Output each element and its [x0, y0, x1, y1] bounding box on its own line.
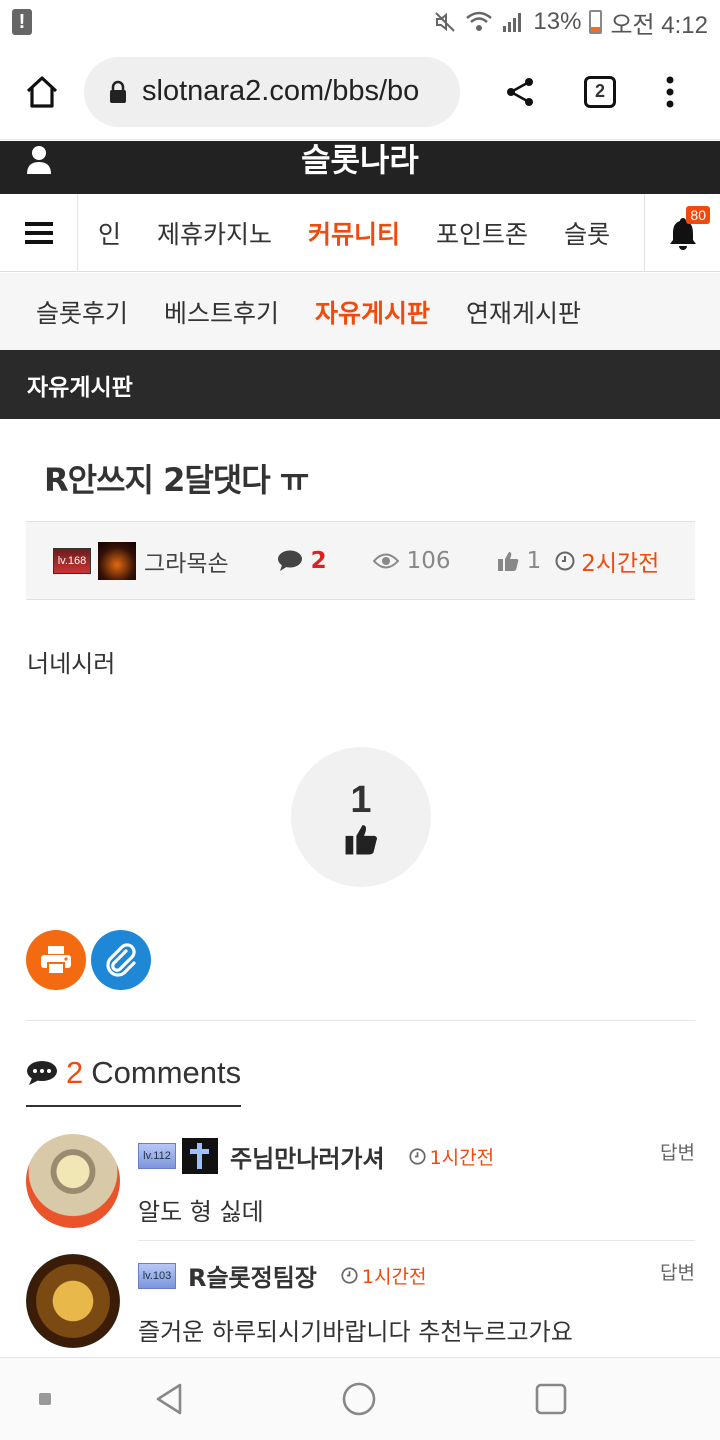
comment-item: lv.103 R슬롯정팀장 1시간전 답변 즐거운 하루되시기바랍니다 추천누르…: [26, 1254, 695, 1354]
system-nav-bar: [0, 1357, 720, 1440]
home-icon: [26, 75, 58, 108]
reply-button[interactable]: 답변: [660, 1258, 695, 1285]
comment-time: 1시간전: [408, 1143, 495, 1170]
comment-header: lv.103 R슬롯정팀장 1시간전: [138, 1258, 426, 1293]
cross-badge-icon: [182, 1138, 218, 1174]
post-time-value: 2시간전: [581, 550, 660, 577]
post-author[interactable]: 그라목손: [144, 544, 229, 578]
print-button[interactable]: [26, 930, 86, 990]
url-text: slotnara2.com/bbs/bo: [142, 75, 420, 107]
view-count: 106: [372, 547, 451, 574]
comment-header: lv.112 주님만나러가셔 1시간전: [138, 1138, 494, 1174]
signal-icon: [503, 13, 522, 32]
main-nav-items: 인 제휴카지노 커뮤니티 포인트존 슬롯: [78, 194, 644, 271]
notification-button[interactable]: 80: [644, 193, 720, 272]
commenter-level-badge: lv.112: [138, 1143, 176, 1169]
nav-item[interactable]: 커뮤니티: [308, 215, 400, 251]
address-bar[interactable]: slotnara2.com/bbs/bo: [84, 56, 460, 127]
nav-item[interactable]: 제휴카지노: [157, 215, 272, 251]
sub-nav-item[interactable]: 자유게시판: [315, 294, 430, 330]
eye-icon: [372, 553, 399, 568]
post-title: R안쓰지 2달댓다 ㅠ: [44, 461, 309, 499]
comment-icon: [277, 550, 302, 571]
board-title-bar: 자유게시판: [0, 350, 720, 419]
comments-label: Comments: [91, 1055, 242, 1090]
alert-notification-icon: !: [12, 9, 32, 35]
like-count-value: 1: [526, 547, 542, 574]
tabs-button[interactable]: 2: [560, 75, 640, 108]
comment-count-value: 2: [310, 547, 327, 574]
sub-nav-item[interactable]: 베스트후기: [164, 294, 279, 330]
home-button[interactable]: [0, 74, 84, 110]
attach-link-button[interactable]: [91, 930, 151, 990]
like-button[interactable]: 1: [291, 747, 431, 887]
browser-toolbar: slotnara2.com/bbs/bo 2: [0, 44, 720, 140]
share-button[interactable]: [480, 76, 560, 108]
comments-count: 2: [66, 1055, 84, 1090]
battery-icon: [589, 10, 603, 34]
board-title: 자유게시판: [27, 374, 133, 401]
sub-nav-item[interactable]: 연재게시판: [466, 294, 581, 330]
more-menu-button[interactable]: [640, 76, 700, 108]
comment-item: lv.112 주님만나러가셔 1시간전 답변 알도 형 싫데: [26, 1134, 695, 1242]
view-count-value: 106: [406, 547, 451, 574]
overview-square-icon[interactable]: [534, 1382, 568, 1416]
clock: 오전 4:12: [610, 11, 708, 39]
main-nav: 인 제휴카지노 커뮤니티 포인트존 슬롯 80: [0, 193, 720, 272]
clock-icon: [341, 1267, 358, 1284]
mute-icon: [435, 12, 456, 32]
comment-divider: [138, 1240, 695, 1241]
reply-button[interactable]: 답변: [660, 1138, 695, 1165]
menu-button[interactable]: [0, 193, 78, 272]
post-time: 2시간전: [555, 544, 659, 578]
commenter-avatar[interactable]: [26, 1134, 120, 1228]
clock-icon: [408, 1147, 426, 1165]
status-bar: ! 13% 오전 4:12: [0, 0, 720, 44]
commenter-name[interactable]: 주님만나러가셔: [230, 1139, 385, 1174]
thumbs-up-icon: [345, 825, 377, 855]
author-level-badge: lv.168: [53, 547, 91, 574]
comment-time-value: 1시간전: [361, 1266, 427, 1288]
commenter-level-badge: lv.103: [138, 1262, 176, 1289]
home-circle-icon[interactable]: [342, 1382, 376, 1416]
divider: [26, 1020, 695, 1021]
like-button-count: 1: [350, 779, 372, 821]
back-icon[interactable]: [152, 1382, 186, 1416]
post-body: 너네시러: [27, 650, 116, 678]
author-avatar[interactable]: [98, 541, 136, 580]
commenter-name[interactable]: R슬롯정팀장: [188, 1258, 317, 1293]
sub-nav: 슬롯후기 베스트후기 자유게시판 연재게시판: [0, 273, 720, 350]
notification-count-badge: 80: [686, 205, 710, 224]
print-icon: [41, 946, 71, 975]
nav-item[interactable]: 슬롯: [564, 215, 610, 251]
post-meta: lv.168 그라목손 2 106 1 2시간전: [26, 521, 695, 600]
paperclip-icon: [106, 943, 136, 977]
nav-item[interactable]: 인: [98, 215, 121, 251]
sub-nav-item[interactable]: 슬롯후기: [36, 294, 128, 330]
more-vertical-icon: [666, 76, 674, 107]
comments-icon: [27, 1061, 57, 1085]
share-icon: [507, 77, 533, 106]
recents-dot-icon[interactable]: [38, 1392, 52, 1406]
battery-percent: 13%: [533, 8, 582, 35]
comment-text: 즐거운 하루되시기바랍니다 추천누르고가요: [138, 1318, 573, 1346]
lock-icon: [110, 80, 126, 103]
comment-time-value: 1시간전: [429, 1146, 495, 1169]
like-count: 1: [497, 547, 542, 574]
comments-header: 2 Comments: [26, 1055, 242, 1107]
comment-time: 1시간전: [341, 1262, 427, 1289]
wifi-icon: [466, 11, 493, 31]
comment-count: 2: [277, 548, 327, 574]
commenter-avatar[interactable]: [26, 1254, 120, 1348]
thumbs-up-icon: [497, 551, 518, 571]
clock-icon: [555, 551, 575, 570]
tab-count: 2: [584, 75, 616, 108]
comment-text: 알도 형 싫데: [138, 1198, 264, 1226]
site-title[interactable]: 슬롯나라: [0, 135, 720, 181]
hamburger-icon: [24, 221, 53, 244]
site-header: 슬롯나라: [0, 141, 720, 194]
nav-item[interactable]: 포인트존: [436, 215, 528, 251]
